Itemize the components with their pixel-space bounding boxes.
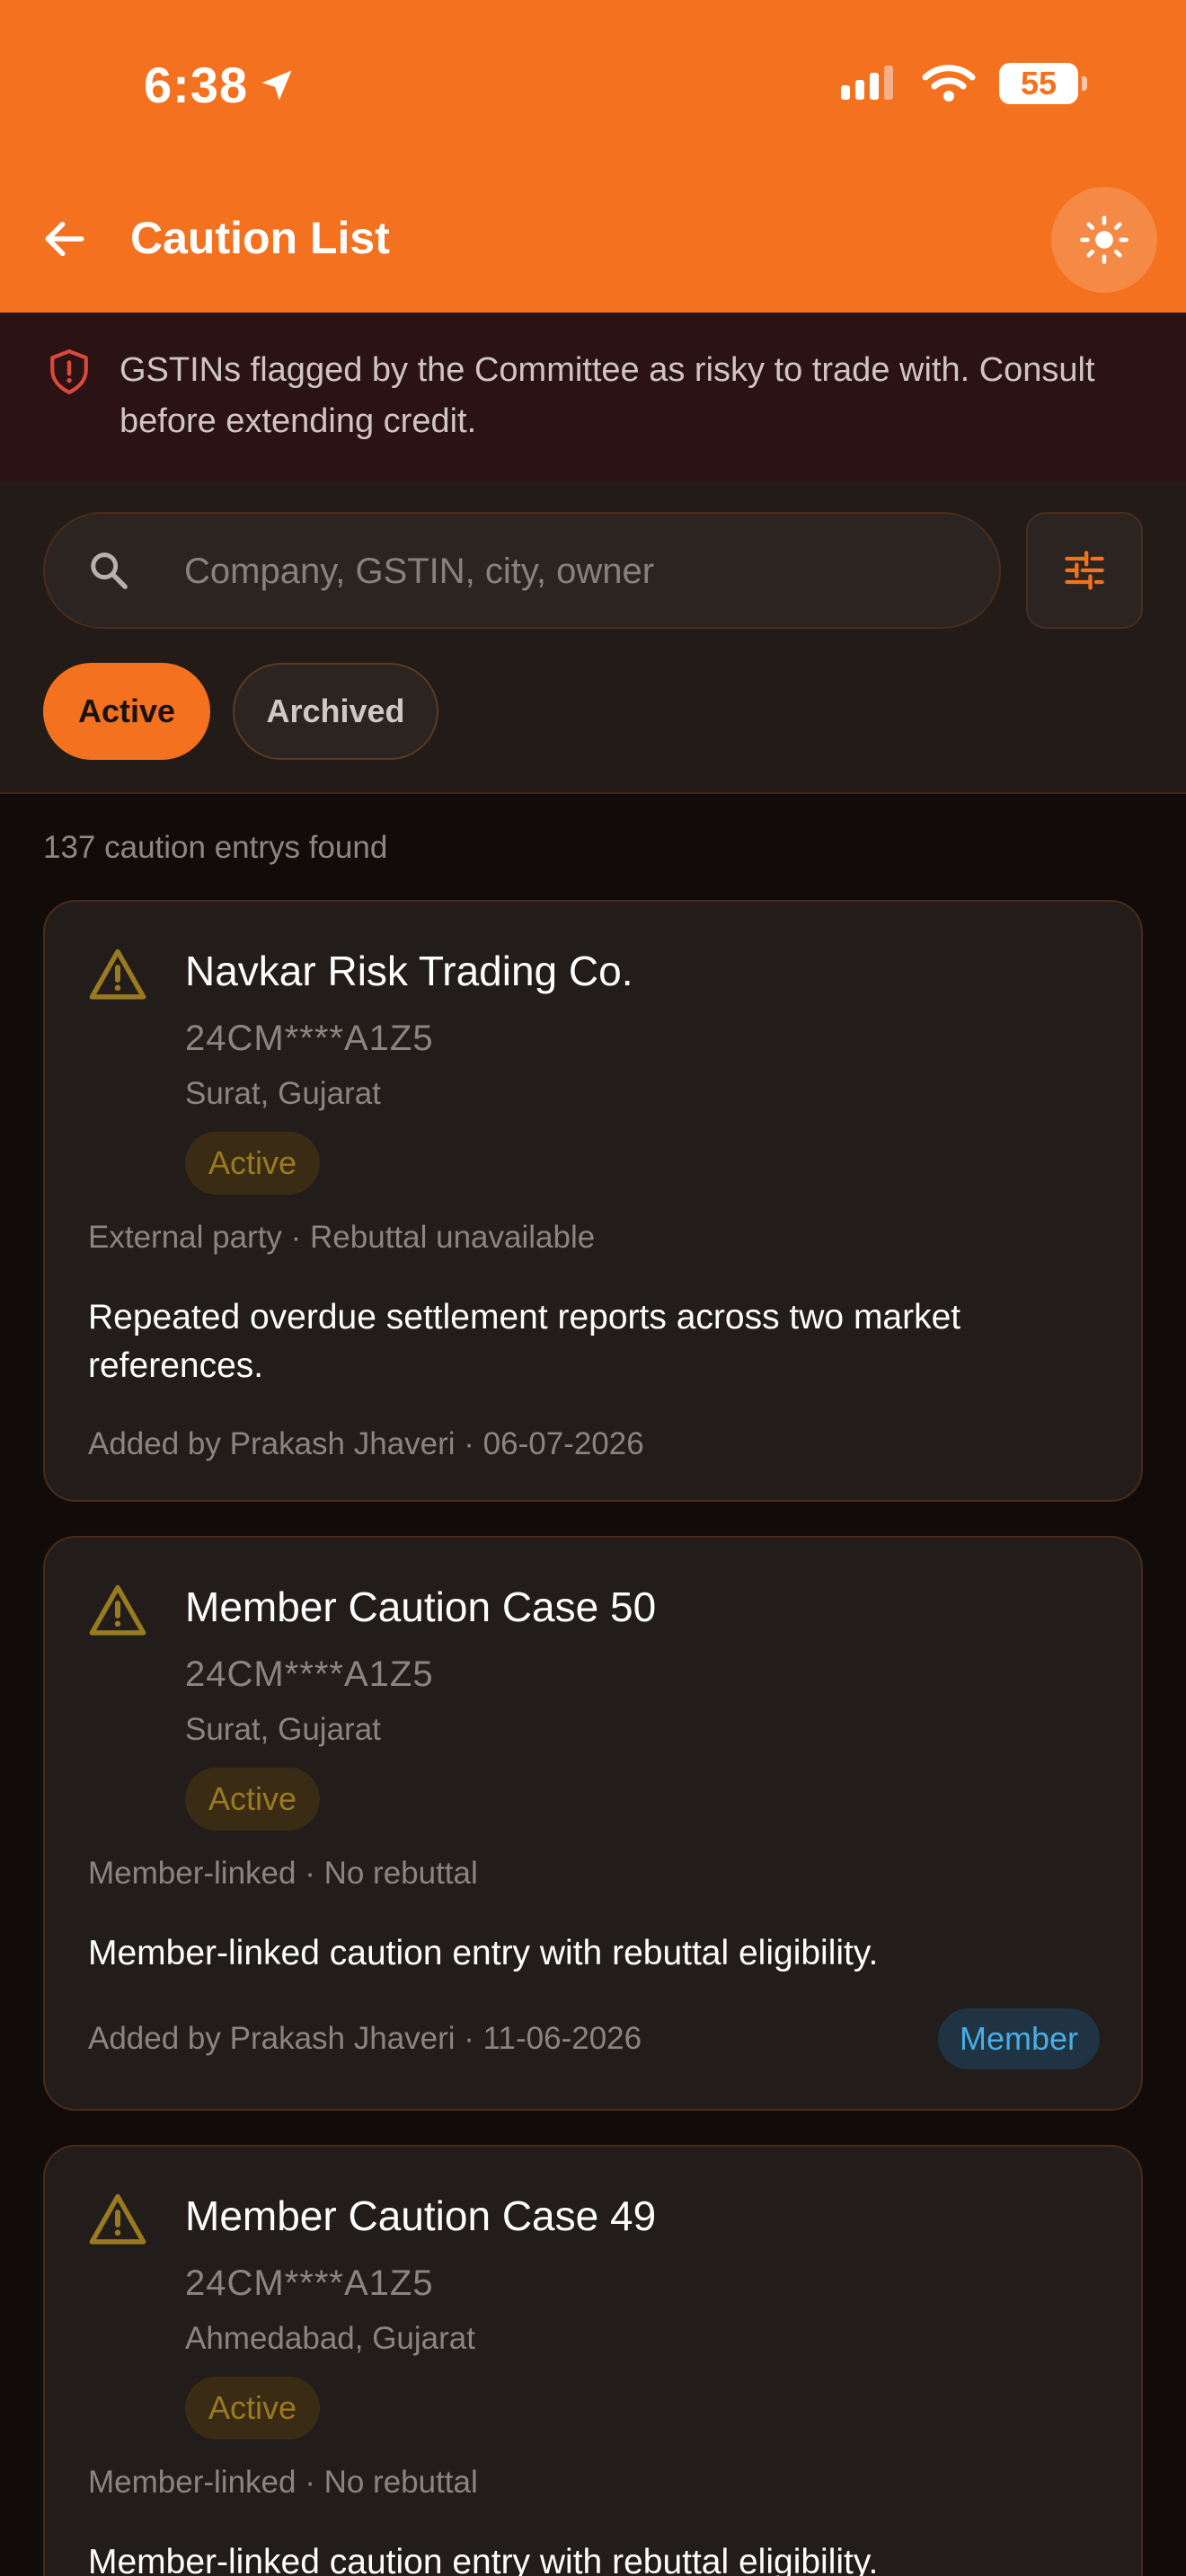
card-gstin: 24CM****A1Z5 [185,1654,434,1694]
app-header: 6:38 55 Caution List [0,0,1186,313]
card-description: Repeated overdue settlement reports acro… [88,1298,961,1385]
filter-settings-button[interactable] [1026,512,1143,629]
sun-icon [1080,216,1128,264]
banner-text: GSTINs flagged by the Committee as risky… [119,351,1095,440]
shield-alert-icon [50,349,88,394]
card-description: Member-linked caution entry with rebutta… [88,1934,879,1972]
card-title: Member Caution Case 50 [185,1584,657,1630]
status-bar-right: 55 [839,63,1087,104]
tab-archived[interactable]: Archived [233,663,438,760]
caution-card[interactable]: Navkar Risk Trading Co. 24CM****A1Z5 Sur… [43,900,1143,1502]
status-time-text: 6:38 [144,57,249,113]
card-location: Surat, Gujarat [185,1076,381,1111]
filter-section: Active Archived [0,481,1186,794]
card-meta: External party · Rebuttal unavailable [88,1220,596,1255]
cellular-signal-icon [841,66,893,100]
card-description: Member-linked caution entry with rebutta… [88,2543,879,2576]
card-added-by: Added by Prakash Jhaveri · 11-06-2026 [88,2021,642,2056]
card-location: Surat, Gujarat [185,1712,381,1747]
back-arrow-icon[interactable] [40,214,90,264]
card-location: Ahmedabad, Gujarat [185,2321,475,2356]
card-meta: Member-linked · No rebuttal [88,2465,478,2500]
search-icon [91,552,128,589]
caution-card[interactable]: Member Caution Case 49 24CM****A1Z5 Ahme… [43,2145,1143,2576]
card-meta: Member-linked · No rebuttal [88,1856,478,1891]
location-arrow-icon [261,70,292,100]
card-added-by: Added by Prakash Jhaveri · 06-07-2026 [88,1426,644,1461]
status-badge: Active [185,1132,321,1195]
status-badge: Active [185,1768,321,1831]
warning-triangle-icon [89,2193,146,2245]
page-title: Caution List [130,213,390,263]
battery-icon: 55 [999,63,1087,104]
card-title: Navkar Risk Trading Co. [185,948,633,994]
warning-triangle-icon [89,948,146,1000]
card-title: Member Caution Case 49 [185,2192,657,2239]
theme-toggle-button[interactable] [1051,187,1157,293]
results-count: 137 caution entrys found [43,830,388,865]
sliders-icon [1065,551,1104,590]
card-gstin: 24CM****A1Z5 [185,1019,434,1058]
search-bar[interactable] [43,512,1001,629]
warning-triangle-icon [89,1584,146,1636]
battery-level: 55 [1020,65,1058,101]
caution-card[interactable]: Member Caution Case 50 24CM****A1Z5 Sura… [43,1536,1143,2111]
tab-active[interactable]: Active [43,663,210,760]
member-badge: Member [937,2008,1100,2069]
card-gstin: 24CM****A1Z5 [185,2263,434,2303]
search-input[interactable] [184,539,975,604]
wifi-icon [922,65,976,101]
status-badge: Active [185,2377,321,2439]
status-bar-time: 6:38 [144,56,296,114]
info-banner: GSTINs flagged by the Committee as risky… [0,313,1186,481]
